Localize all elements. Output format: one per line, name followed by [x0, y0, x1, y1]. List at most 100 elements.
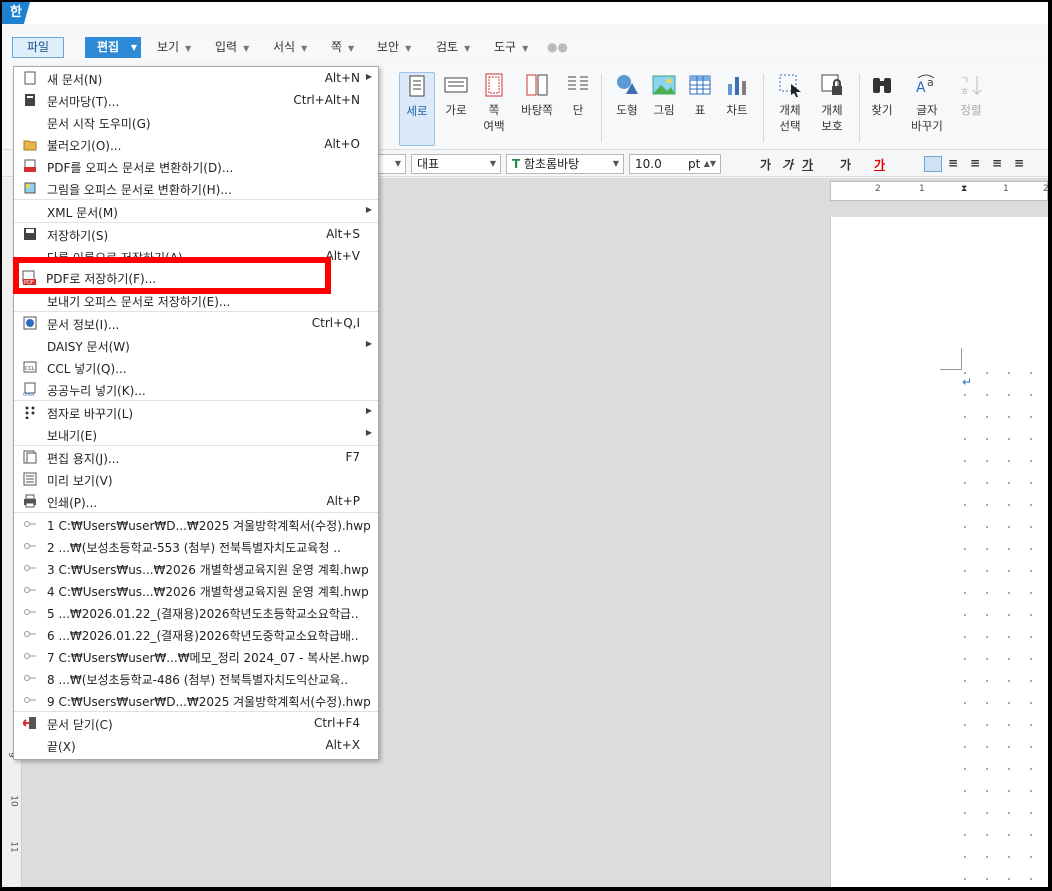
file-menu-item[interactable]: 불러오기(O)... Alt+O: [14, 133, 378, 155]
italic-button[interactable]: 가: [782, 156, 793, 173]
menu-item-label: 문서마당(T)...: [47, 95, 120, 109]
pin-icon[interactable]: [24, 543, 36, 549]
file-menu-item[interactable]: PDF를 오피스 문서로 변환하기(D)...: [14, 155, 378, 177]
ribbon-margin-button[interactable]: 쪽 여백: [478, 72, 510, 134]
ribbon-find-button[interactable]: 찾기: [866, 72, 898, 118]
recent-file-item[interactable]: 2 ...₩(보성초등학교-553 (첨부) 전북특별자치도교육청 ..: [14, 535, 378, 557]
menu-item-label: XML 문서(M): [47, 206, 118, 220]
pin-icon[interactable]: [24, 521, 36, 527]
ribbon-protect-object-button[interactable]: 개체 보호: [812, 72, 852, 134]
file-menu-item[interactable]: 문서 시작 도우미(G): [14, 111, 378, 133]
pin-icon[interactable]: [24, 675, 36, 681]
ribbon-sort-button[interactable]: ㄱㅎ 정렬: [956, 72, 986, 118]
file-menu-item[interactable]: 보내기(E) ▶: [14, 423, 378, 445]
menu-item-label: 점자로 바꾸기(L): [47, 407, 134, 421]
hruler-tick: 1: [1003, 184, 1009, 194]
underline-button[interactable]: 가: [802, 156, 813, 173]
recent-file-item[interactable]: 1 C:₩Users₩user₩D...₩2025 겨울방학계획서(수정).hw…: [14, 513, 378, 535]
ribbon-shape-button[interactable]: 도형: [610, 72, 644, 118]
ribbon-margin-label: 쪽 여백: [483, 103, 505, 133]
indent-marker-icon[interactable]: ⧗: [961, 184, 967, 194]
replace-text-icon: Aa: [916, 74, 935, 96]
menu-page[interactable]: 쪽 ▼: [331, 37, 354, 58]
recent-file-item[interactable]: 7 C:₩Users₩user₩...₩메모_정리 2024_07 - 복사본.…: [14, 645, 378, 667]
font-size-combo[interactable]: 10.0 pt ▲▼: [629, 154, 721, 174]
people-icon[interactable]: ●●: [547, 37, 568, 58]
align-justify-button[interactable]: [924, 156, 942, 172]
menu-item-label: 끝(X): [47, 740, 76, 754]
ribbon-select-object-button[interactable]: 개체 선택: [770, 72, 810, 134]
file-menu-item[interactable]: 점자로 바꾸기(L) ▶: [14, 401, 378, 423]
recent-file-label: 5 ...₩2026.01.22_(결재용)2026학년도초등학교소요학급..: [47, 607, 359, 621]
menu-view[interactable]: 보기 ▼: [157, 37, 191, 58]
recent-file-label: 3 C:₩Users₩us...₩2026 개별학생교육지원 운영 계획.hwp: [47, 563, 369, 577]
recent-file-item[interactable]: 6 ...₩2026.01.22_(결재용)2026학년도중학교소요학급배..: [14, 623, 378, 645]
menu-format[interactable]: 서식 ▼: [273, 37, 307, 58]
ribbon-landscape-button[interactable]: 가로: [440, 72, 472, 118]
style-prev-combo[interactable]: ▼: [376, 154, 406, 174]
font-size-value: 10.0: [635, 157, 662, 171]
hruler-tick: 2: [875, 184, 881, 194]
file-menu-item[interactable]: CCL CCL 넣기(Q)...: [14, 356, 378, 378]
file-menu-item[interactable]: DAISY 문서(W) ▶: [14, 334, 378, 356]
menu-view-label: 보기: [157, 40, 180, 54]
align-right-button[interactable]: ≡: [970, 156, 980, 170]
menu-insert[interactable]: 입력 ▼: [215, 37, 249, 58]
close-document-item[interactable]: 문서 닫기(C) Ctrl+F4: [14, 712, 378, 734]
pin-icon[interactable]: [24, 587, 36, 593]
ribbon-table-button[interactable]: 표: [685, 72, 715, 118]
ribbon-chart-button[interactable]: 차트: [720, 72, 754, 118]
menu-item-label: 보내기 오피스 문서로 저장하기(E)...: [47, 295, 231, 309]
font-color-button[interactable]: 가: [874, 156, 885, 173]
align-center-button[interactable]: ≡: [992, 156, 1002, 170]
menu-tools[interactable]: 도구 ▼: [494, 37, 528, 58]
ribbon-column-button[interactable]: 단: [563, 72, 593, 118]
exit-item[interactable]: 끝(X) Alt+X: [14, 734, 378, 756]
bold-button[interactable]: 가: [760, 156, 771, 173]
menu-review[interactable]: 검토 ▼: [436, 37, 470, 58]
recent-file-item[interactable]: 3 C:₩Users₩us...₩2026 개별학생교육지원 운영 계획.hwp: [14, 557, 378, 579]
file-menu-item[interactable]: 새 문서(N) Alt+N ▶: [14, 67, 378, 89]
file-menu-item[interactable]: XML 문서(M) ▶: [14, 200, 378, 222]
file-menu-item[interactable]: 인쇄(P)... Alt+P: [14, 490, 378, 512]
pin-icon[interactable]: [24, 697, 36, 703]
file-menu-item[interactable]: OPEN 공공누리 넣기(K)...: [14, 378, 378, 400]
file-menu-item[interactable]: 편집 용지(J)... F7: [14, 446, 378, 468]
menu-security[interactable]: 보안 ▼: [377, 37, 411, 58]
svg-text:OPEN: OPEN: [23, 392, 34, 396]
align-distribute-button[interactable]: ≡: [1014, 156, 1024, 170]
pin-icon[interactable]: [24, 631, 36, 637]
font-combo[interactable]: T 함초롬바탕 ▼: [506, 154, 624, 174]
strikethrough-button[interactable]: 가: [840, 156, 851, 173]
recent-file-label: 7 C:₩Users₩user₩...₩메모_정리 2024_07 - 복사본.…: [47, 651, 370, 665]
table-icon: [689, 75, 711, 95]
menu-item-shortcut: Ctrl+Alt+N: [293, 93, 360, 107]
pin-icon[interactable]: [24, 565, 36, 571]
menu-edit[interactable]: 편집 ▼: [85, 37, 141, 58]
ribbon-portrait-button[interactable]: 세로: [399, 72, 435, 146]
file-menu-item[interactable]: 문서마당(T)... Ctrl+Alt+N: [14, 89, 378, 111]
menu-file[interactable]: 파일: [12, 37, 64, 58]
style-combo[interactable]: 대표 ▼: [411, 154, 501, 174]
svg-text:ㅎ: ㅎ: [960, 87, 969, 98]
braille-icon: [25, 406, 35, 419]
recent-file-item[interactable]: 5 ...₩2026.01.22_(결재용)2026학년도초등학교소요학급..: [14, 601, 378, 623]
svg-text:a: a: [927, 76, 934, 89]
file-menu-item[interactable]: 그림을 오피스 문서로 변환하기(H)...: [14, 177, 378, 199]
ribbon-masterpage-button[interactable]: 바탕쪽: [517, 72, 557, 118]
align-left-button[interactable]: ≡: [948, 156, 958, 170]
menu-item-label: 문서 시작 도우미(G): [47, 117, 151, 131]
recent-file-item[interactable]: 4 C:₩Users₩us...₩2026 개별학생교육지원 운영 계획.hwp: [14, 579, 378, 601]
pin-icon[interactable]: [24, 653, 36, 659]
file-menu-item[interactable]: 문서 정보(I)... Ctrl+Q,I: [14, 312, 378, 334]
recent-file-item[interactable]: 9 C:₩Users₩user₩D...₩2025 겨울방학계획서(수정).hw…: [14, 689, 378, 711]
file-menu-item[interactable]: 미리 보기(V): [14, 468, 378, 490]
svg-text:CCL: CCL: [25, 366, 35, 372]
pin-icon[interactable]: [24, 609, 36, 615]
ribbon-picture-button[interactable]: 그림: [648, 72, 680, 118]
hwp-window: 한 파일 편집 ▼ 보기 ▼ 입력 ▼ 서식 ▼ 쪽 ▼ 보안 ▼ 검토 ▼ 도구 ▼ ●● 세…: [2, 2, 1048, 887]
ribbon-replace-button[interactable]: Aa 글자 바꾸기: [904, 72, 950, 134]
recent-file-item[interactable]: 8 ...₩(보성초등학교-486 (첨부) 전북특별자치도익산교육..: [14, 667, 378, 689]
highlight-box[interactable]: PDF PDF로 저장하기(F)...: [13, 257, 331, 294]
file-menu-item[interactable]: 저장하기(S) Alt+S: [14, 223, 378, 245]
